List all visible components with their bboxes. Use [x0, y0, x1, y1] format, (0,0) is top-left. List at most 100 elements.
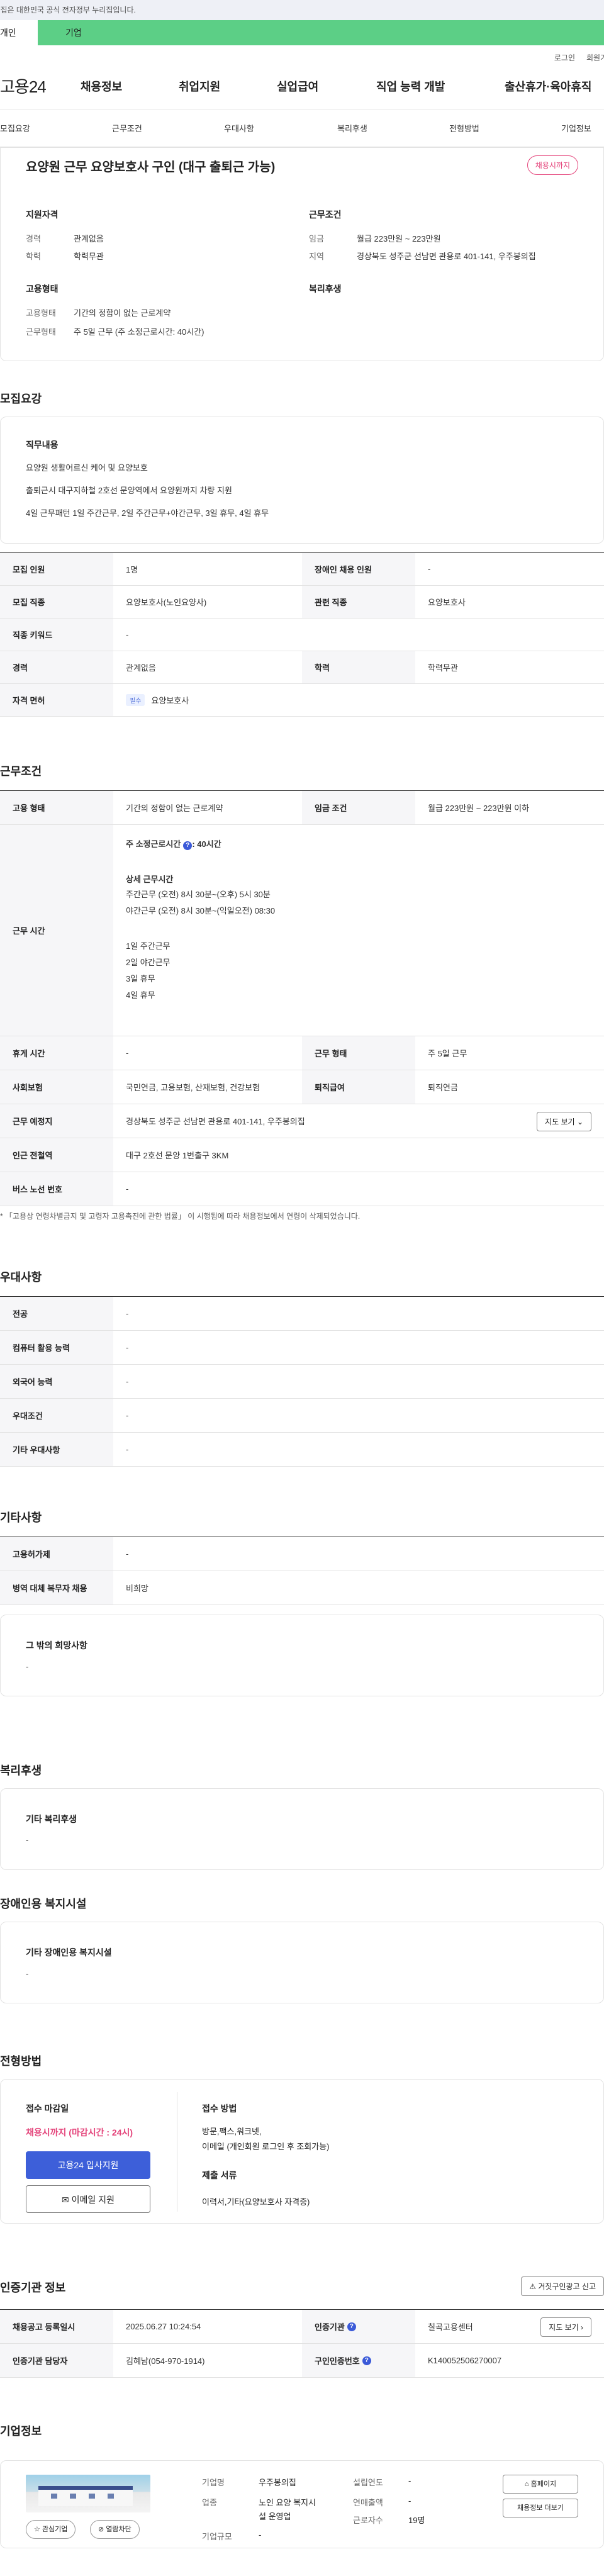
num-label: 구인인증번호: [315, 2356, 360, 2366]
name-label: 기업명: [202, 2478, 225, 2487]
duty-line: 요양원 생활어르신 케어 및 요양보호: [26, 463, 148, 473]
apply-heading: 전형방법: [0, 2055, 42, 2068]
help-icon[interactable]: ?: [362, 2356, 371, 2365]
value: 월급 223만원 ~ 223만원: [357, 234, 441, 244]
more-jobs-button[interactable]: 채용정보 더보기: [503, 2499, 578, 2517]
subnav-work[interactable]: 근무조건: [112, 122, 142, 134]
cell-label: 구인인증번호?: [302, 2344, 415, 2377]
cell-value: -: [126, 1445, 129, 1454]
cell-value: -: [126, 1343, 129, 1352]
sales-label: 연매출액: [353, 2498, 383, 2507]
cell-value: K140052506270007: [428, 2356, 502, 2365]
cell-label: 고용허가제: [0, 1537, 113, 1571]
signup-link[interactable]: 회원가입: [586, 45, 604, 63]
util-menu: 로그인 회원가입: [0, 45, 604, 63]
deadline-value: 채용시까지 (마감시간 : 24시): [26, 2127, 133, 2137]
org-map-button[interactable]: 지도 보기 ›: [540, 2317, 591, 2337]
chevron-right-icon: ›: [581, 2323, 583, 2332]
help-icon[interactable]: ?: [183, 841, 193, 850]
detail-line: 주간근무 (오전) 8시 30분~(오후) 5시 30분: [126, 890, 271, 899]
docs-heading: 제출 서류: [202, 2170, 237, 2180]
table-row: 고용 형태 기간의 정함이 없는 근로계약 임금 조건 월급 223만원 ~ 2…: [0, 791, 604, 825]
cell-label: 컴퓨터 활용 능력: [0, 1331, 113, 1364]
cell-label: 근무 시간: [0, 825, 113, 1036]
cell-value: -: [126, 1377, 129, 1386]
pattern-line: 3일 휴무: [126, 974, 155, 983]
cell-label: 퇴직급여: [302, 1070, 415, 1104]
email-apply-button[interactable]: ✉ 이메일 지원: [26, 2185, 150, 2213]
star-icon: ☆: [34, 2526, 40, 2533]
window-shape: [70, 2494, 76, 2499]
cell-label: 모집 직종: [0, 586, 113, 618]
gnb-item-benefit[interactable]: 실업급여: [277, 78, 318, 94]
apply-button[interactable]: 고용24 입사지원: [26, 2151, 150, 2179]
cell-label: 전공: [0, 1297, 113, 1330]
block-view-button[interactable]: ⊘ 열람차단: [90, 2520, 140, 2539]
cell-value: 김혜남(054-970-1914): [126, 2356, 205, 2366]
cell-label: 직종 키워드: [0, 619, 113, 651]
mail-icon: ✉: [62, 2195, 69, 2205]
gnb-item-jobs[interactable]: 채용정보: [81, 78, 122, 94]
cell-value: 국민연금, 고용보험, 산재보험, 건강보험: [126, 1083, 260, 1092]
tab-personal[interactable]: 개인: [0, 20, 38, 45]
cell-value: 비희망: [126, 1584, 148, 1593]
job-summary: 요양원 근무 요양보호사 구인 (대구 출퇴근 가능) 채용시까지 지원자격 경…: [0, 147, 604, 361]
site-logo[interactable]: 고용24: [0, 74, 85, 98]
method-line: 이메일 (개인회원 로그인 후 조회가능): [202, 2142, 330, 2151]
work-time-cell: 주 소정근로시간?: 40시간 상세 근무시간 주간근무 (오전) 8시 30분…: [113, 825, 604, 1036]
cert-heading: 인증기관 정보: [0, 2282, 66, 2294]
label: 학력: [26, 252, 41, 261]
report-icon: ⚠: [529, 2282, 536, 2291]
industry-value: 노인 요양 복지시: [259, 2498, 316, 2507]
hours-value: : 40시간: [192, 839, 221, 849]
label: 임금: [309, 234, 324, 244]
cell-value: -: [126, 1048, 129, 1058]
gnb-item-support[interactable]: 취업지원: [179, 78, 220, 94]
method-line: 방문,팩스,워크넷,: [202, 2127, 262, 2136]
industry-value-cont: 설 운영업: [259, 2512, 291, 2521]
value: 관계없음: [74, 234, 104, 244]
wtype-row: 근무형태 주 5일 근무 (주 소정근로시간: 40시간): [26, 325, 204, 337]
subnav-apply[interactable]: 전형방법: [449, 122, 479, 134]
section-nav: 모집요강 근무조건 우대사항 복리후생 전형방법 기업정보: [0, 109, 604, 147]
cell-label: 근무 형태: [302, 1036, 415, 1070]
cell-label: 임금 조건: [302, 791, 415, 824]
subnav-company[interactable]: 기업정보: [561, 122, 591, 134]
cell-label: 버스 노선 번호: [0, 1172, 113, 1206]
window-shape: [108, 2494, 114, 2499]
subnav-pref[interactable]: 우대사항: [224, 122, 254, 134]
report-button[interactable]: ⚠ 거짓구인광고 신고: [521, 2276, 604, 2296]
welfare-section-heading: 복리후생: [0, 1764, 42, 1777]
cell-label: 경력: [0, 651, 113, 683]
duty-card: 직무내용 요양원 생활어르신 케어 및 요양보호 출퇴근시 대구지하철 2호선 …: [0, 417, 604, 544]
tab-business[interactable]: 기업: [38, 20, 604, 45]
disabled-sub-heading: 기타 장애인용 복지시설: [26, 1947, 112, 1957]
company-heading: 기업정보: [0, 2425, 42, 2438]
etc-table: 고용허가제 - 병역 대체 복무자 채용 비희망: [0, 1537, 604, 1605]
table-row: 경력 관계없음 학력 학력무관: [0, 651, 604, 684]
label: 지역: [309, 252, 324, 261]
subnav-recruit[interactable]: 모집요강: [0, 122, 30, 134]
window-shape: [51, 2494, 57, 2499]
label: 근무형태: [26, 327, 56, 337]
wage-row: 임금 월급 223만원 ~ 223만원: [309, 232, 441, 244]
welfare-heading: 복리후생: [309, 284, 342, 294]
gnb-item-training[interactable]: 직업 능력 개발: [376, 78, 445, 94]
table-row: 직종 키워드 -: [0, 619, 604, 651]
map-button[interactable]: 지도 보기 ⌄: [537, 1112, 591, 1131]
cell-label: 휴게 시간: [0, 1036, 113, 1070]
recruit-heading: 모집요강: [0, 393, 42, 405]
login-link[interactable]: 로그인: [554, 45, 575, 63]
work-table: 고용 형태 기간의 정함이 없는 근로계약 임금 조건 월급 223만원 ~ 2…: [0, 790, 604, 1206]
subnav-welfare[interactable]: 복리후생: [337, 122, 367, 134]
homepage-button[interactable]: ⌂ 홈페이지: [503, 2475, 578, 2494]
required-chip: 필수: [126, 694, 145, 706]
duty-line: 4일 근무패턴 1일 주간근무, 2일 주간근무+야간근무, 3일 휴무, 4일…: [26, 508, 269, 518]
gnb-item-leave[interactable]: 출산휴가·육아휴직: [505, 78, 591, 94]
table-row: 컴퓨터 활용 능력 -: [0, 1331, 604, 1365]
favorite-company-button[interactable]: ☆ 관심기업: [26, 2520, 76, 2539]
cert-table: 채용공고 등록일시 2025.06.27 10:24:54 인증기관? 칠곡고용…: [0, 2309, 604, 2378]
pref-table: 전공 - 컴퓨터 활용 능력 - 외국어 능력 - 우대조건 - 기타 우대사항 -: [0, 1296, 604, 1467]
home-icon: ⌂: [524, 2480, 529, 2488]
help-icon[interactable]: ?: [347, 2322, 356, 2331]
